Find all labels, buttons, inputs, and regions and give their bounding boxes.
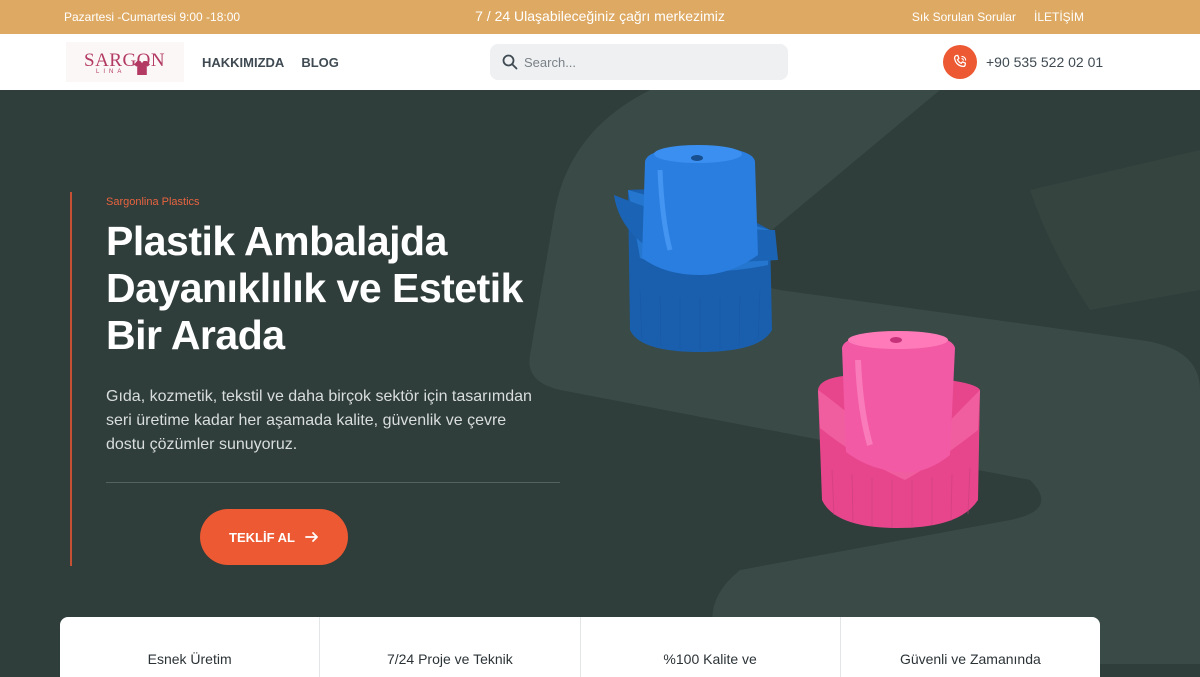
call-button[interactable]	[943, 45, 977, 79]
logo[interactable]: SARGON LINA	[66, 42, 184, 82]
nav-menu: HAKKIMIZDA BLOG	[202, 55, 339, 70]
hero-divider	[106, 482, 560, 483]
features-strip: Esnek Üretim 7/24 Proje ve Teknik %100 K…	[60, 617, 1100, 677]
feature-title: 7/24 Proje ve Teknik	[386, 651, 513, 667]
feature-card: Güvenli ve Zamanında	[841, 617, 1100, 677]
hero-headline: Plastik Ambalajda Dayanıklılık ve Esteti…	[106, 218, 523, 358]
product-images	[614, 145, 980, 528]
arrow-right-icon	[305, 532, 318, 542]
hero-eyebrow: Sargonlina Plastics	[106, 196, 200, 208]
hero-section: Sargonlina Plastics Plastik Ambalajda Da…	[0, 90, 1200, 664]
feature-card: Esnek Üretim	[60, 617, 321, 677]
logo-subtext: LINA	[96, 69, 126, 75]
feature-title: Güvenli ve Zamanında	[899, 651, 1041, 667]
main-navbar: SARGON LINA HAKKIMIZDA BLOG +90 535 522 …	[0, 34, 1200, 90]
feature-card: 7/24 Proje ve Teknik	[320, 617, 581, 677]
blue-bottle-cap-image	[614, 145, 778, 352]
hero-description: Gıda, kozmetik, tekstil ve daha birçok s…	[106, 388, 532, 453]
nav-item-blog[interactable]: BLOG	[301, 55, 339, 70]
get-quote-label: TEKLİF AL	[229, 529, 295, 545]
search-input[interactable]	[524, 44, 774, 80]
top-info-bar: Pazartesi -Cumartesi 9:00 -18:00 7 / 24 …	[0, 0, 1200, 34]
contact-link[interactable]: İLETİŞİM	[1034, 10, 1084, 24]
faq-link[interactable]: Sık Sorulan Sorular	[912, 10, 1016, 24]
search-box	[490, 44, 788, 80]
search-icon[interactable]	[502, 54, 518, 70]
phone-number[interactable]: +90 535 522 02 01	[986, 54, 1103, 70]
feature-title: %100 Kalite ve	[663, 651, 757, 667]
feature-title: Esnek Üretim	[147, 651, 232, 667]
feature-card: %100 Kalite ve	[581, 617, 841, 677]
get-quote-button[interactable]: TEKLİF AL	[200, 509, 348, 565]
pink-bottle-cap-image	[818, 331, 980, 528]
nav-item-about[interactable]: HAKKIMIZDA	[202, 55, 284, 70]
accent-line	[70, 192, 72, 566]
phone-icon	[953, 54, 967, 68]
top-links: Sık Sorulan Sorular İLETİŞİM	[912, 10, 1084, 24]
